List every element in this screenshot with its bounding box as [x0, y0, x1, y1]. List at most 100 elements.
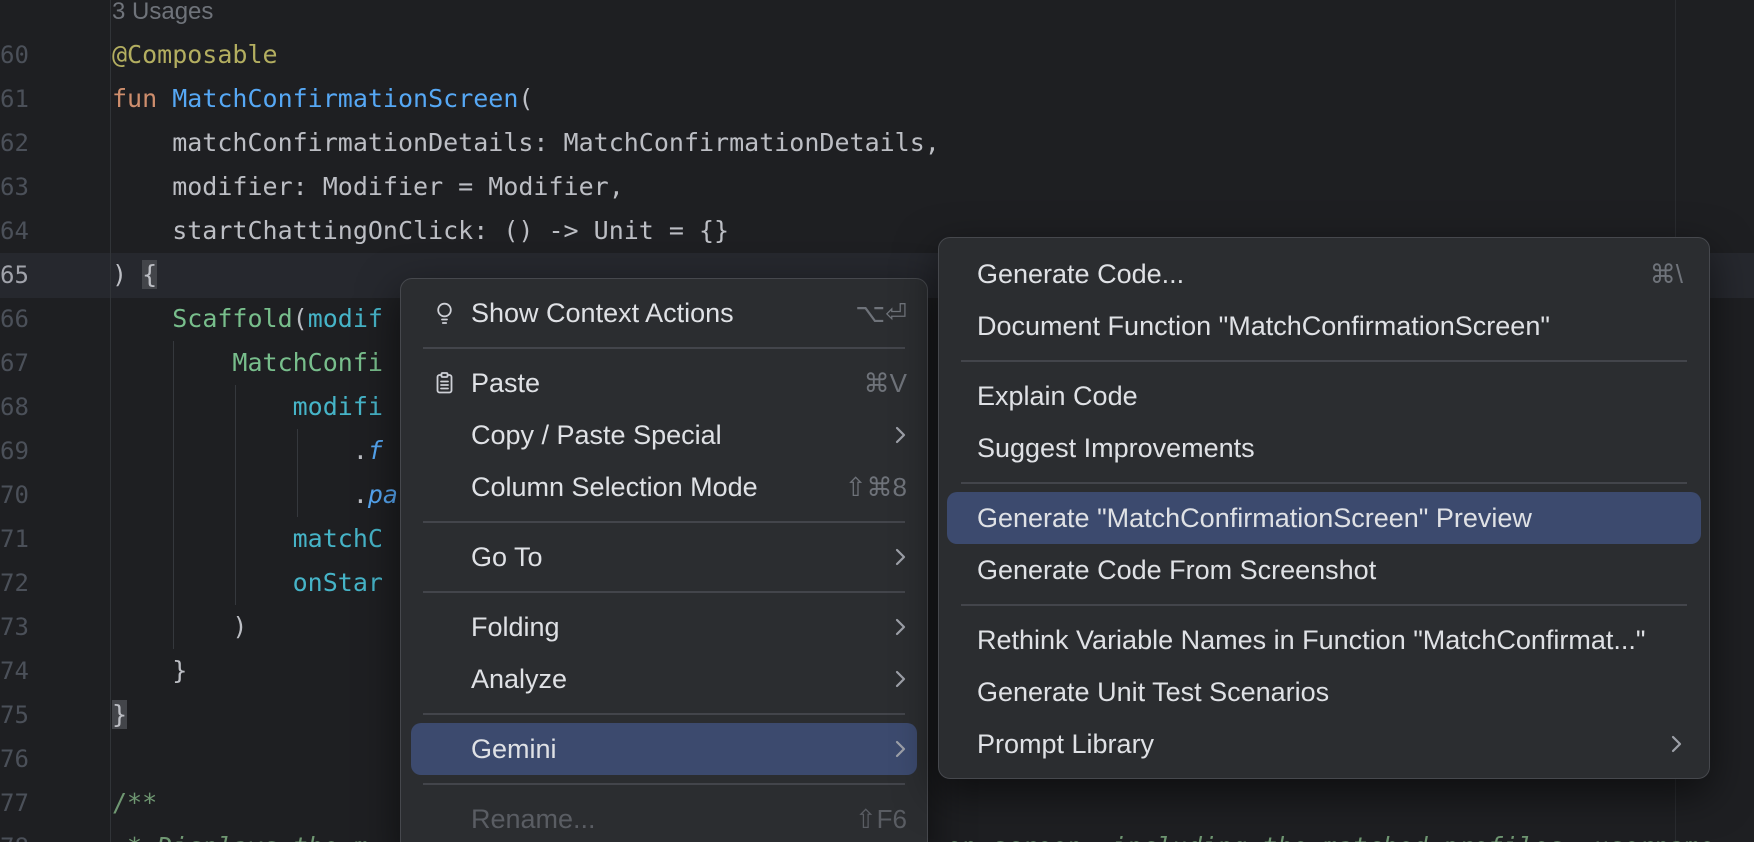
chevron-right-icon [894, 424, 907, 446]
menu-shortcut: ⌘V [864, 368, 907, 399]
menu-item-go-to[interactable]: Go To [411, 531, 917, 583]
menu-item-tail: ⇧F6 [855, 804, 907, 835]
menu-item-label: Show Context Actions [471, 298, 734, 329]
line-number[interactable]: 64 [0, 209, 28, 253]
code-line[interactable]: 3 Usages [112, 0, 940, 33]
menu-separator [423, 347, 905, 349]
line-number[interactable]: 71 [0, 517, 28, 561]
menu-item-show-context-actions[interactable]: Show Context Actions ⌥⏎ [411, 287, 917, 339]
code-token: fun [112, 84, 172, 113]
menu-item-label: Rename... [471, 804, 596, 835]
menu-item-tail [894, 668, 907, 690]
menu-item-label: Paste [471, 368, 540, 399]
menu-item-gemini[interactable]: Gemini [411, 723, 917, 775]
line-number[interactable] [0, 0, 28, 33]
code-token: on screen, including the matched profile… [946, 825, 1714, 842]
menu-item-generate-code[interactable]: Generate Code...⌘\ [947, 248, 1701, 300]
line-number[interactable]: 61 [0, 77, 28, 121]
line-number[interactable]: 78 [0, 825, 28, 842]
code-token: . [112, 480, 368, 509]
menu-item-label: Copy / Paste Special [471, 420, 722, 451]
code-token [112, 348, 232, 377]
code-line[interactable]: matchConfirmationDetails: MatchConfirmat… [112, 121, 940, 165]
line-number[interactable]: 72 [0, 561, 28, 605]
code-token: /** [112, 788, 157, 817]
code-line[interactable]: @Composable [112, 33, 940, 77]
menu-item-tail [1670, 733, 1683, 755]
menu-item-tail [894, 424, 907, 446]
code-token: @Composable [112, 40, 278, 69]
code-token: matchC [293, 524, 383, 553]
menu-item-tail: ⇧⌘8 [845, 472, 907, 503]
usages-inlay-hint[interactable]: 3 Usages [112, 0, 213, 25]
menu-shortcut: ⌥⏎ [855, 298, 907, 329]
code-token: modif [308, 304, 383, 333]
menu-item-tail [894, 616, 907, 638]
gemini-submenu: Generate Code...⌘\Document Function "Mat… [938, 237, 1710, 779]
line-number[interactable]: 67 [0, 341, 28, 385]
line-number[interactable]: 60 [0, 33, 28, 77]
code-token [112, 524, 293, 553]
line-number[interactable]: 75 [0, 693, 28, 737]
line-number[interactable]: 62 [0, 121, 28, 165]
menu-item-generate-code-from-screenshot[interactable]: Generate Code From Screenshot [947, 544, 1701, 596]
menu-item-column-selection-mode[interactable]: Column Selection Mode ⇧⌘8 [411, 461, 917, 513]
line-number[interactable]: 70 [0, 473, 28, 517]
menu-separator [423, 713, 905, 715]
menu-item-copy-paste-special[interactable]: Copy / Paste Special [411, 409, 917, 461]
code-line[interactable]: startChattingOnClick: () -> Unit = {} [112, 209, 940, 253]
menu-item-rename[interactable]: Rename... ⇧F6 [411, 793, 917, 842]
menu-item-generate-unit-test-scenarios[interactable]: Generate Unit Test Scenarios [947, 666, 1701, 718]
menu-item-label: Column Selection Mode [471, 472, 758, 503]
menu-item-folding[interactable]: Folding [411, 601, 917, 653]
chevron-right-icon [894, 616, 907, 638]
line-number[interactable]: 65 [0, 253, 28, 297]
code-token [112, 304, 172, 333]
line-number[interactable]: 69 [0, 429, 28, 473]
menu-item-document-function-matchconfirmationscreen[interactable]: Document Function "MatchConfirmationScre… [947, 300, 1701, 352]
menu-item-suggest-improvements[interactable]: Suggest Improvements [947, 422, 1701, 474]
menu-separator [423, 591, 905, 593]
menu-shortcut: ⇧F6 [855, 804, 907, 835]
menu-item-paste[interactable]: Paste ⌘V [411, 357, 917, 409]
line-number[interactable]: 73 [0, 605, 28, 649]
line-number[interactable]: 63 [0, 165, 28, 209]
editor-gutter: 60616263646566676869707172737475767778 [0, 0, 28, 842]
line-number[interactable]: 66 [0, 297, 28, 341]
editor-context-menu: Show Context Actions ⌥⏎ Paste ⌘V Copy / Past… [400, 278, 928, 842]
code-token: } [112, 700, 127, 729]
code-line[interactable]: modifier: Modifier = Modifier, [112, 165, 940, 209]
code-token: . [112, 436, 368, 465]
menu-item-generate-matchconfirmationscreen-preview[interactable]: Generate "MatchConfirmationScreen" Previ… [947, 492, 1701, 544]
code-token: f [368, 436, 383, 465]
clipboard-icon [431, 370, 471, 397]
menu-item-label: Generate Unit Test Scenarios [977, 677, 1329, 708]
menu-shortcut: ⇧⌘8 [845, 472, 907, 503]
menu-item-label: Gemini [471, 734, 557, 765]
code-token [112, 392, 293, 421]
menu-item-tail: ⌥⏎ [855, 298, 907, 329]
menu-item-label: Go To [471, 542, 543, 573]
code-token: ) [112, 612, 247, 641]
line-number[interactable]: 74 [0, 649, 28, 693]
line-number[interactable]: 68 [0, 385, 28, 429]
menu-item-explain-code[interactable]: Explain Code [947, 370, 1701, 422]
menu-item-label: Rethink Variable Names in Function "Matc… [977, 625, 1645, 656]
code-token: startChattingOnClick: () -> Unit = {} [112, 216, 729, 245]
code-token: modifier: Modifier = Modifier, [112, 172, 624, 201]
menu-item-label: Prompt Library [977, 729, 1154, 760]
menu-item-prompt-library[interactable]: Prompt Library [947, 718, 1701, 770]
menu-item-label: Generate "MatchConfirmationScreen" Previ… [977, 503, 1532, 534]
menu-item-label: Generate Code From Screenshot [977, 555, 1376, 586]
menu-item-rethink-variable-names-in-function-matchconfirmat[interactable]: Rethink Variable Names in Function "Matc… [947, 614, 1701, 666]
menu-item-analyze[interactable]: Analyze [411, 653, 917, 705]
menu-item-tail: ⌘V [864, 368, 907, 399]
menu-separator [961, 482, 1687, 484]
chevron-right-icon [894, 546, 907, 568]
menu-item-tail: ⌘\ [1650, 259, 1683, 290]
menu-item-label: Folding [471, 612, 560, 643]
line-number[interactable]: 77 [0, 781, 28, 825]
menu-separator [961, 360, 1687, 362]
code-line[interactable]: fun MatchConfirmationScreen( [112, 77, 940, 121]
line-number[interactable]: 76 [0, 737, 28, 781]
